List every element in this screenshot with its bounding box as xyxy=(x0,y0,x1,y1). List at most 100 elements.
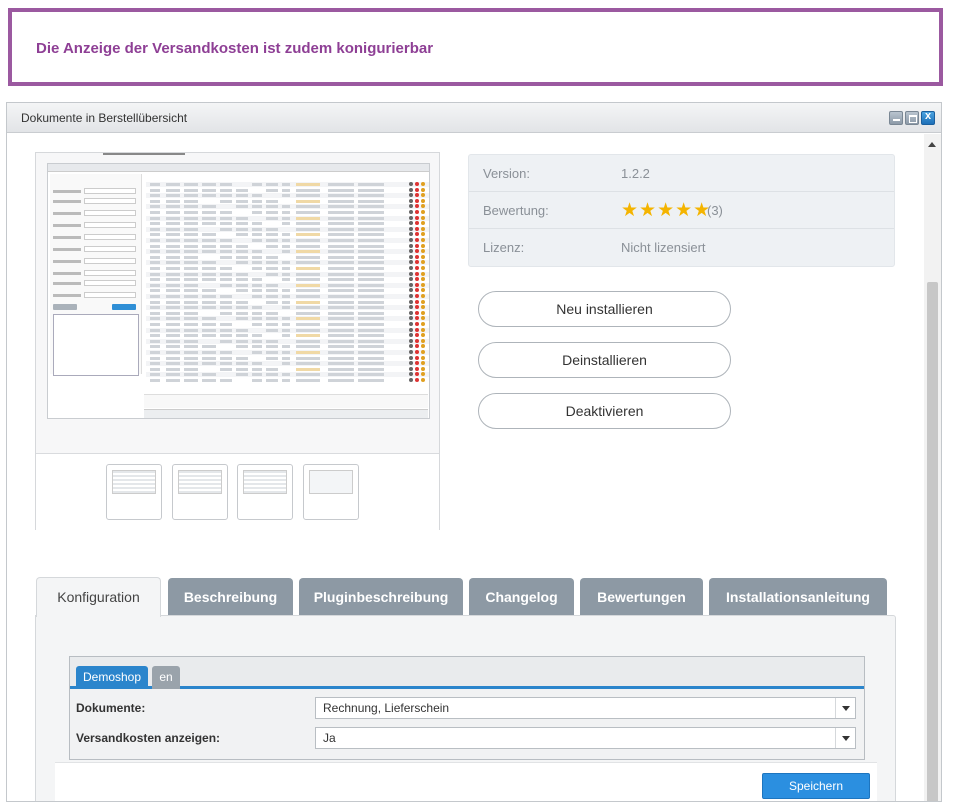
mini-cell xyxy=(166,351,180,354)
tab-bewertungen[interactable]: Bewertungen xyxy=(580,578,703,616)
mini-cell xyxy=(266,211,278,214)
mini-cell xyxy=(358,379,384,382)
mini-cell xyxy=(202,261,216,265)
screenshot-titlebar xyxy=(48,164,429,172)
window-content: Version: 1.2.2 Bewertung: ★★★★★ (3) Lize… xyxy=(7,134,925,801)
config-form: Demoshop en Dokumente: Rechnung, Liefers… xyxy=(69,656,865,760)
main-screenshot[interactable] xyxy=(47,163,430,419)
mini-cell xyxy=(236,227,248,231)
mini-cell xyxy=(166,345,180,349)
mini-cell xyxy=(296,379,320,382)
mini-row-actions xyxy=(409,266,425,271)
scroll-up-arrow-icon[interactable] xyxy=(928,142,936,147)
mini-cell xyxy=(220,278,232,282)
mini-cell xyxy=(266,283,278,287)
mini-row-actions xyxy=(409,238,425,243)
mini-cell xyxy=(184,272,198,276)
chevron-down-icon[interactable] xyxy=(835,728,855,748)
mini-cell xyxy=(150,311,160,315)
documents-label: Dokumente: xyxy=(76,701,146,715)
mini-cell xyxy=(266,373,278,377)
deactivate-button[interactable]: Deaktivieren xyxy=(478,393,731,429)
banner-text: Die Anzeige der Versandkosten ist zudem … xyxy=(36,40,434,57)
mini-cell xyxy=(252,250,262,254)
mini-cell xyxy=(150,211,160,214)
mini-reset-button xyxy=(53,304,77,310)
mini-cell xyxy=(358,283,384,287)
shop-tab-demoshop[interactable]: Demoshop xyxy=(76,666,148,689)
window-titlebar[interactable]: Dokumente in Berstellübersicht x xyxy=(7,103,941,133)
mini-cell xyxy=(266,356,278,360)
mini-row-actions xyxy=(409,316,425,321)
mini-cell xyxy=(252,379,262,382)
mini-cell xyxy=(220,244,232,248)
mini-cell xyxy=(328,379,354,382)
mini-cell xyxy=(202,295,216,298)
mini-cell xyxy=(282,261,290,265)
thumbnail-1[interactable] xyxy=(106,464,162,520)
tab-pluginbeschreibung[interactable]: Pluginbeschreibung xyxy=(299,578,463,616)
mini-cell xyxy=(328,339,354,343)
mini-cell xyxy=(184,188,198,192)
mini-cell xyxy=(328,300,354,304)
mini-row-actions xyxy=(409,277,425,282)
mini-cell xyxy=(328,261,354,265)
mini-cell xyxy=(184,339,198,343)
vertical-scrollbar[interactable] xyxy=(924,134,941,801)
documents-select[interactable]: Rechnung, Lieferschein xyxy=(315,697,856,719)
mini-cell xyxy=(358,351,384,354)
mini-row-actions xyxy=(409,310,425,316)
tab-konfiguration[interactable]: Konfiguration xyxy=(36,577,161,617)
mini-cell xyxy=(296,345,320,349)
mini-cell xyxy=(166,272,180,276)
chevron-down-icon[interactable] xyxy=(835,698,855,718)
mini-cell xyxy=(150,216,160,220)
maximize-icon[interactable] xyxy=(905,111,919,125)
close-icon[interactable]: x xyxy=(921,110,935,125)
uninstall-button[interactable]: Deinstallieren xyxy=(478,342,731,378)
mini-cell xyxy=(282,205,290,209)
mini-cell xyxy=(166,295,180,298)
mini-cell xyxy=(252,267,262,270)
mini-cell xyxy=(150,283,160,287)
mini-cell xyxy=(266,339,278,343)
save-button[interactable]: Speichern xyxy=(762,773,870,799)
mini-cell xyxy=(220,306,232,310)
mini-cell xyxy=(236,199,248,203)
mini-cell xyxy=(282,351,290,354)
mini-cell xyxy=(202,300,216,304)
mini-cell xyxy=(220,334,232,338)
tab-installationsanleitung[interactable]: Installationsanleitung xyxy=(709,578,887,616)
mini-cell xyxy=(166,205,180,209)
mini-cell xyxy=(202,351,216,354)
minimize-icon[interactable] xyxy=(889,111,903,125)
mini-table-row xyxy=(146,310,429,316)
shop-tab-en[interactable]: en xyxy=(152,666,180,689)
thumbnail-2[interactable] xyxy=(172,464,228,520)
mini-cell xyxy=(252,323,262,326)
mini-cell xyxy=(184,239,198,242)
mini-cell xyxy=(282,356,290,360)
mini-cell xyxy=(184,216,198,220)
mini-row-actions xyxy=(409,372,425,377)
mini-label xyxy=(53,236,81,239)
mini-cell xyxy=(184,183,198,186)
thumbnail-4[interactable] xyxy=(303,464,359,520)
mini-cell xyxy=(150,306,160,310)
mini-cell xyxy=(236,194,248,198)
tab-changelog[interactable]: Changelog xyxy=(469,578,574,616)
mini-row-actions xyxy=(409,232,425,237)
reinstall-button[interactable]: Neu installieren xyxy=(478,291,731,327)
thumbnail-3[interactable] xyxy=(237,464,293,520)
tab-beschreibung[interactable]: Beschreibung xyxy=(168,578,293,616)
mini-cell xyxy=(202,205,216,209)
mini-cell xyxy=(358,188,384,192)
mini-cell xyxy=(184,278,198,282)
mini-row-actions xyxy=(409,193,425,198)
mini-table-row xyxy=(146,316,429,322)
shipping-costs-select[interactable]: Ja xyxy=(315,727,856,749)
mini-cell xyxy=(296,362,320,366)
scrollbar-thumb[interactable] xyxy=(927,282,938,801)
version-row: Version: 1.2.2 xyxy=(469,155,894,192)
mini-cell xyxy=(202,194,216,198)
